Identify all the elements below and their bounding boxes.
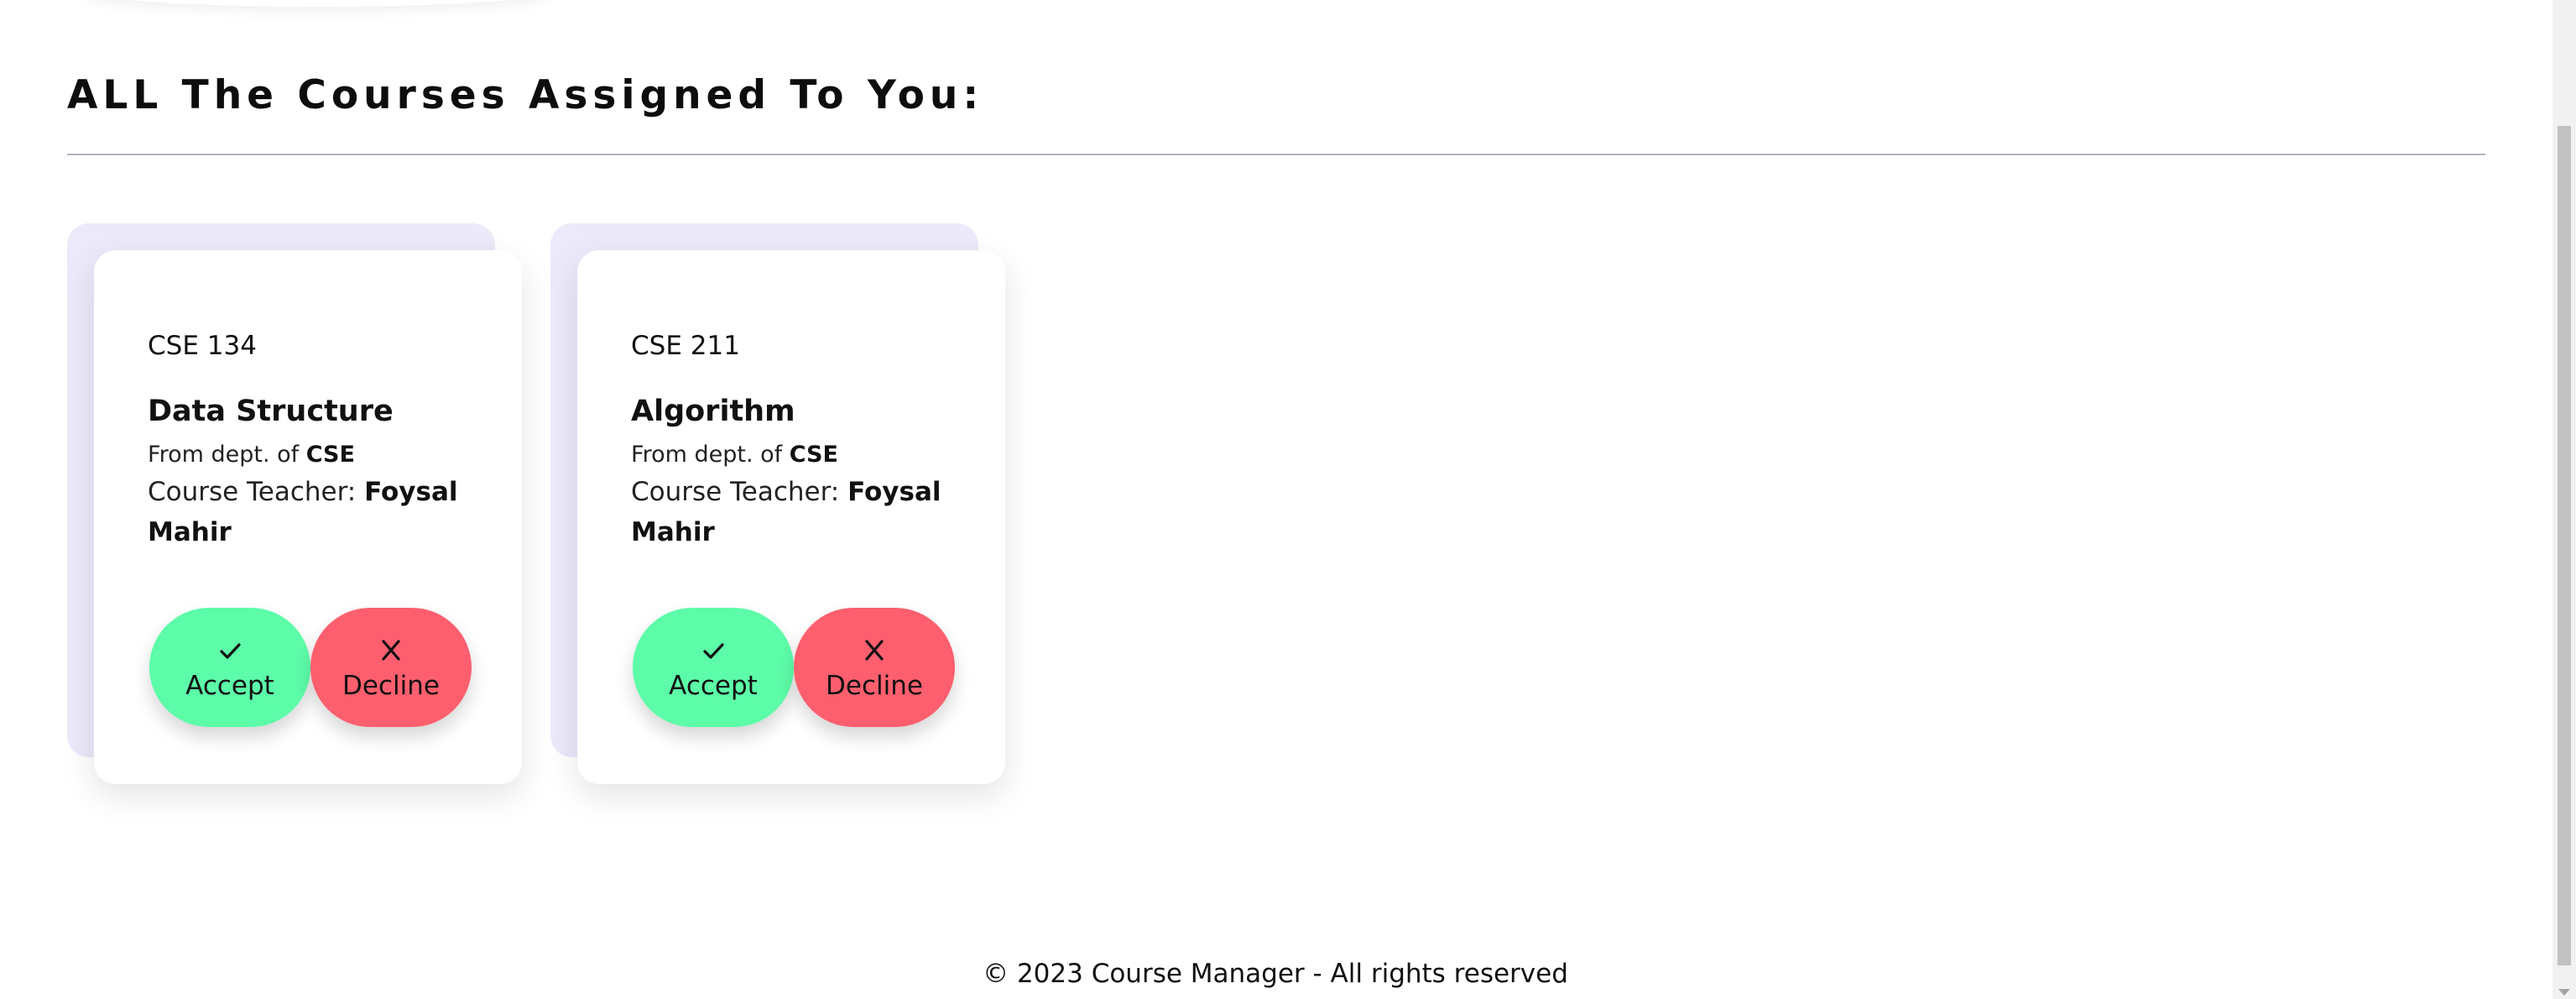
course-card: CSE 211 Algorithm From dept. of CSE Cour…: [550, 223, 1005, 826]
decline-label: Decline: [826, 671, 923, 701]
check-icon: [220, 643, 241, 659]
scrollbar-thumb[interactable]: [2558, 126, 2571, 965]
course-code: CSE 134: [148, 331, 257, 361]
vertical-scrollbar[interactable]: [2553, 0, 2576, 999]
page-heading: ALL The Courses Assigned To You:: [67, 72, 984, 118]
accept-button[interactable]: Accept: [633, 608, 794, 727]
teacher-label: Course Teacher:: [148, 477, 357, 507]
dept-name: CSE: [305, 442, 355, 468]
course-card: CSE 134 Data Structure From dept. of CSE…: [67, 223, 522, 826]
course-teacher: Course Teacher: Foysal Mahir: [631, 472, 967, 552]
course-card-body: CSE 134 Data Structure From dept. of CSE…: [94, 250, 522, 784]
course-code: CSE 211: [631, 331, 740, 361]
check-icon: [703, 643, 724, 659]
course-dept: From dept. of CSE: [148, 442, 355, 468]
course-card-body: CSE 211 Algorithm From dept. of CSE Cour…: [577, 250, 1005, 784]
decline-label: Decline: [342, 671, 440, 701]
accept-label: Accept: [185, 671, 274, 701]
dept-prefix: From dept. of: [631, 442, 783, 468]
course-dept: From dept. of CSE: [631, 442, 838, 468]
x-icon: [865, 640, 884, 661]
x-icon: [382, 640, 400, 661]
teacher-label: Course Teacher:: [631, 477, 840, 507]
heading-divider: [67, 154, 2485, 155]
decline-button[interactable]: Decline: [794, 608, 955, 727]
scroll-down-arrow-icon[interactable]: [2558, 989, 2570, 996]
decline-button[interactable]: Decline: [310, 608, 472, 727]
course-title: Algorithm: [631, 395, 795, 428]
course-teacher: Course Teacher: Foysal Mahir: [148, 472, 483, 552]
course-title: Data Structure: [148, 395, 394, 428]
footer-copyright: © 2023 Course Manager - All rights reser…: [983, 959, 1568, 989]
previous-section-edge: [84, 0, 554, 7]
accept-button[interactable]: Accept: [149, 608, 310, 727]
dept-name: CSE: [789, 442, 838, 468]
accept-label: Accept: [669, 671, 758, 701]
dept-prefix: From dept. of: [148, 442, 300, 468]
